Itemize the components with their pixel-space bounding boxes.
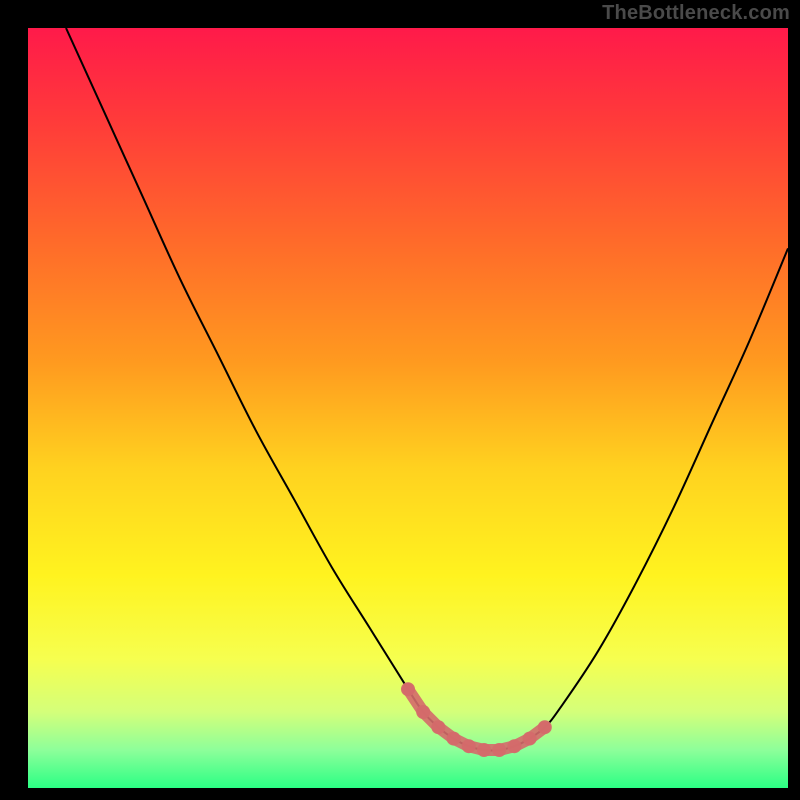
marker-dot [492,743,506,757]
marker-dot [431,720,445,734]
gradient-background [28,28,788,788]
marker-dot [477,743,491,757]
marker-dot [401,682,415,696]
marker-dot [416,705,430,719]
marker-dot [447,732,461,746]
marker-dot [523,732,537,746]
marker-dot [507,739,521,753]
watermark-text: TheBottleneck.com [602,2,790,25]
chart-stage: TheBottleneck.com [0,0,800,800]
marker-dot [538,720,552,734]
bottleneck-curve-svg [28,28,788,788]
plot-area [28,28,788,788]
marker-dot [462,739,476,753]
